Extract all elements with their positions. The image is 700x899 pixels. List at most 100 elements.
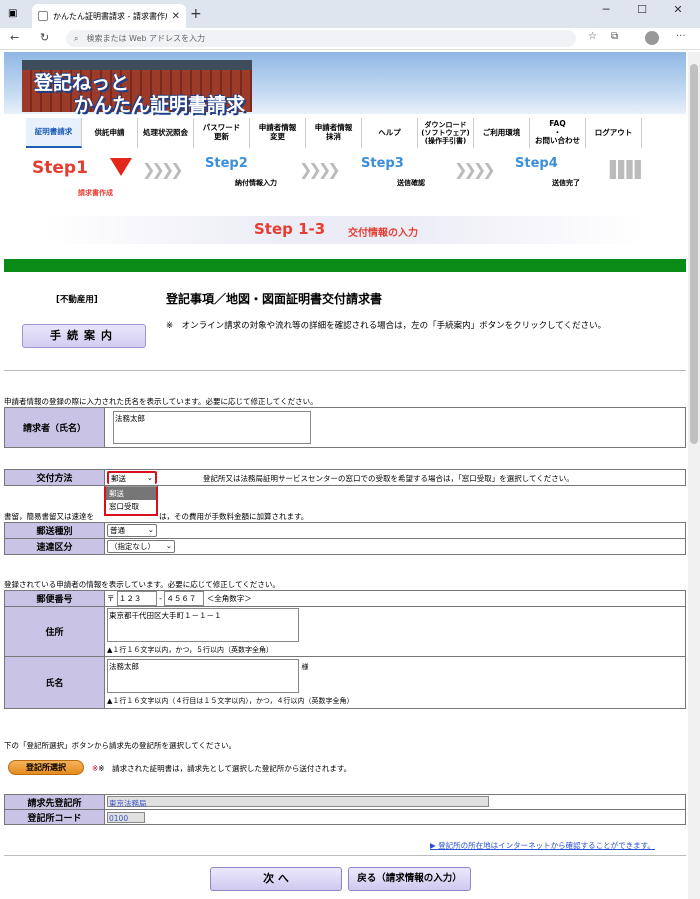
requester-input[interactable]: 法務太郎	[113, 411, 311, 444]
banner-step: Step 1-3	[254, 220, 326, 238]
postal-hint: ＜全角数字＞	[206, 594, 252, 603]
delivery-dropdown: 郵送 窓口受取	[104, 486, 158, 516]
requester-table: 請求者（氏名） 法務太郎	[4, 407, 686, 448]
nav-item[interactable]: ご利用環境	[474, 118, 530, 148]
dropdown-option[interactable]: 郵送	[106, 487, 156, 500]
chevrons-icon: ❯❯❯❯	[454, 160, 496, 179]
postal-input-2[interactable]: ４５６７	[164, 591, 205, 606]
current-step-marker-icon	[110, 158, 132, 176]
bars-icon: ▌▌▌▌	[610, 160, 647, 179]
chevron-down-icon: ⌄	[147, 525, 154, 534]
nav-item[interactable]: 申請者情報 変更	[250, 118, 306, 148]
maximize-icon[interactable]: ☐	[624, 3, 660, 16]
step3-label: Step3	[361, 156, 404, 171]
name-hint: ▲１行１６文字以内（４行目は１５文字以内），かつ，４行以内（英数字全角）	[107, 697, 354, 705]
postal-input-1[interactable]: １２３	[116, 591, 157, 606]
close-tab-icon[interactable]: ✕	[172, 11, 180, 22]
divider	[4, 370, 686, 371]
guide-button[interactable]: 手続案内	[22, 324, 146, 348]
office-select-button[interactable]: 登記所選択	[8, 760, 84, 775]
chevron-down-icon: ⌄	[146, 473, 153, 482]
name-label: 氏名	[4, 656, 105, 709]
step1-sub: 請求書作成	[78, 189, 113, 197]
office-code-label: 登記所コード	[4, 809, 105, 825]
collections-icon[interactable]: ⧉	[611, 31, 618, 42]
back-icon[interactable]: ←	[10, 31, 19, 44]
delivery-note: 登記所又は法務局証明サービスセンターの窓口での受取を希望する場合は，「窓口受取」…	[203, 474, 574, 483]
chevron-down-icon: ⌄	[165, 541, 172, 550]
favorites-icon[interactable]: ☆	[588, 31, 597, 42]
nav-item[interactable]: FAQ ・ お問い合わせ	[530, 118, 586, 148]
registered-note: 登録されている申請者の情報を表示しています。必要に応じて修正してください。	[4, 580, 280, 589]
back-button[interactable]: 戻る（請求情報の入力）	[348, 867, 471, 891]
delivery-select[interactable]: 郵送 ⌄	[107, 471, 157, 484]
category-label: [不動産用]	[56, 295, 98, 305]
search-icon: ⌕	[74, 33, 79, 43]
menu-icon[interactable]: ···	[676, 31, 686, 42]
nav-item[interactable]: ダウンロード (ソフトウェア) (操作手引書)	[418, 118, 474, 148]
office-note: 下の「登記所選択」ボタンから請求先の登記所を選択してください。	[4, 741, 237, 750]
name-input[interactable]: 法務太郎	[107, 659, 299, 693]
address-hint: ▲１行１６文字以内，かつ，５行以内（英数字全角）	[107, 646, 274, 654]
close-window-icon[interactable]: ✕	[660, 3, 696, 16]
address-input[interactable]: 東京都千代田区大手町１－１－１	[107, 608, 299, 642]
nav-item[interactable]: ログアウト	[586, 118, 642, 148]
express-select[interactable]: （指定なし） ⌄	[107, 540, 175, 553]
office-location-link[interactable]: ▶ 登記所の所在地はインターネットから確認することができます。	[430, 840, 655, 851]
step4-label: Step4	[515, 156, 558, 171]
mail-type-label: 郵送種別	[4, 522, 105, 539]
nav-item[interactable]: 申請者情報 抹消	[306, 118, 362, 148]
favicon-icon	[38, 11, 48, 21]
nav-item[interactable]: 処理状況照会	[138, 118, 194, 148]
chevrons-icon: ❯❯❯❯	[299, 160, 341, 179]
office-button-note-text: ※ 請求された証明書は，請求先として選択した登記所から送付されます。	[98, 764, 352, 773]
address-table: 郵便番号 〒 １２３ - ４５６７ ＜全角数字＞ 住所 東京都千代田区大手町１－…	[4, 590, 686, 709]
nav-item[interactable]: ヘルプ	[362, 118, 418, 148]
address-placeholder: 検索または Web アドレスを入力	[86, 34, 206, 43]
next-button[interactable]: 次 へ	[210, 867, 342, 891]
step4-sub: 送信完了	[552, 179, 580, 187]
office-table: 請求先登記所 東京法務局 登記所コード 0100	[4, 794, 686, 825]
office-code-value: 0100	[107, 811, 145, 823]
requester-label: 請求者（氏名）	[4, 407, 105, 448]
nav-item[interactable]: 供託申請	[82, 118, 138, 148]
new-tab-icon[interactable]: +	[190, 6, 202, 22]
postal-dash: -	[159, 594, 162, 603]
mail-table: 郵送種別 普通 ⌄ 速達区分 （指定なし） ⌄	[4, 522, 686, 555]
address-bar[interactable]: ⌕ 検索または Web アドレスを入力	[66, 30, 576, 47]
minimize-icon[interactable]: ─	[588, 3, 624, 16]
dropdown-option[interactable]: 窓口受取	[106, 500, 156, 513]
delivery-selected: 郵送	[111, 474, 126, 483]
form-title: 登記事項／地図・図面証明書交付請求書	[166, 292, 383, 306]
step-progress: Step1 請求書作成 ❯❯❯❯ Step2 納付情報入力 ❯❯❯❯ Step3…	[4, 152, 686, 202]
window-controls: ─ ☐ ✕	[588, 3, 696, 16]
mail-type-select[interactable]: 普通 ⌄	[107, 524, 157, 537]
tab-actions-icon[interactable]: ▣	[8, 8, 17, 19]
step1-label: Step1	[32, 158, 88, 178]
postal-label: 郵便番号	[4, 590, 105, 607]
nav-item[interactable]: パスワード 更新	[194, 118, 250, 148]
address-label: 住所	[4, 606, 105, 657]
chevrons-icon: ❯❯❯❯	[142, 160, 184, 179]
step-banner: Step 1-3 交付情報の入力	[44, 216, 644, 244]
express-label: 速達区分	[4, 538, 105, 555]
banner-title: 交付情報の入力	[348, 228, 418, 239]
delivery-table: 交付方法 郵送 ⌄ 登記所又は法務局証明サービスセンターの窓口での受取を希望する場…	[4, 469, 686, 486]
mail-note: 書留，簡易書留又は速達を	[4, 512, 94, 521]
mail-note-2: は，その費用が手数料金額に加算されます。	[159, 512, 309, 521]
name-suffix: 様	[301, 663, 309, 671]
step3-sub: 送信確認	[397, 179, 425, 187]
step2-label: Step2	[205, 156, 248, 171]
applicant-note: 申請者情報の登録の際に入力された氏名を表示しています。必要に応じて修正してくださ…	[4, 397, 318, 406]
scrollbar-thumb[interactable]	[690, 64, 698, 444]
express-value: （指定なし）	[110, 542, 155, 551]
postal-prefix: 〒	[107, 594, 115, 603]
main-nav: 証明書請求 供託申請 処理状況照会 パスワード 更新 申請者情報 変更 申請者情…	[26, 118, 642, 148]
guide-note: ※ オンライン請求の対象や流れ等の詳細を確認される場合は，左の「手続案内」ボタン…	[166, 321, 607, 331]
nav-item[interactable]: 証明書請求	[26, 118, 82, 148]
web-page: 登記ねっと かんたん証明書請求 証明書請求 供託申請 処理状況照会 パスワード …	[4, 52, 686, 899]
dest-office-label: 請求先登記所	[4, 794, 105, 810]
refresh-icon[interactable]: ↻	[40, 31, 49, 44]
browser-tab[interactable]: かんたん証明書請求 - 請求書作成 ✕	[32, 4, 186, 28]
profile-icon[interactable]	[645, 31, 659, 45]
